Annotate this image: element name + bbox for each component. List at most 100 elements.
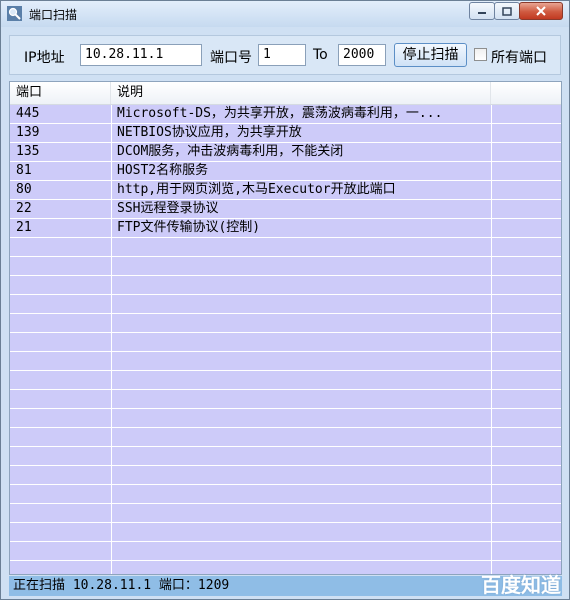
empty-table-row[interactable] — [10, 371, 561, 390]
table-body: 445 Microsoft-DS，为共享开放，震荡波病毒利用，一... 139 NET… — [10, 105, 561, 574]
port-cell — [10, 542, 111, 560]
description-cell: FTP文件传输协议(控制) — [117, 220, 261, 235]
port-label: 端口号 — [210, 50, 252, 66]
port-cell — [10, 276, 111, 294]
description-cell: NETBIOS协议应用，为共享开放 — [117, 125, 302, 140]
empty-table-row[interactable] — [10, 276, 561, 295]
port-cell — [10, 333, 111, 351]
description-cell — [111, 523, 491, 541]
port-cell: 80 — [16, 182, 32, 197]
description-cell — [111, 314, 491, 332]
table-row[interactable]: 135 DCOM服务，冲击波病毒利用，不能关闭 — [10, 143, 561, 162]
port-cell — [10, 561, 111, 574]
table-row[interactable]: 22 SSH远程登录协议 — [10, 200, 561, 219]
port-cell: 445 — [16, 106, 40, 121]
port-to-input[interactable]: 2000 — [338, 44, 386, 66]
description-cell — [111, 485, 491, 503]
description-cell: DCOM服务，冲击波病毒利用，不能关闭 — [117, 144, 344, 159]
port-cell: 21 — [16, 220, 32, 235]
port-cell — [10, 523, 111, 541]
status-bar: 正在扫描 10.28.11.1 端口：1209 — [9, 576, 562, 596]
all-ports-label: 所有端口 — [491, 50, 547, 66]
table-header: 端口 说明 — [10, 82, 561, 105]
description-cell — [111, 352, 491, 370]
description-cell — [111, 333, 491, 351]
title-bar[interactable]: 端口扫描 — [1, 1, 569, 27]
port-cell — [10, 485, 111, 503]
maximize-button[interactable] — [494, 2, 520, 20]
empty-table-row[interactable] — [10, 428, 561, 447]
window-title: 端口扫描 — [29, 8, 78, 22]
caption-buttons — [469, 2, 563, 20]
table-row[interactable]: 81 HOST2名称服务 — [10, 162, 561, 181]
port-cell — [10, 371, 111, 389]
results-table: 端口 说明 445 Microsoft-DS，为共享开放，震荡波病毒利用，一...… — [9, 81, 562, 575]
port-cell — [10, 314, 111, 332]
empty-table-row[interactable] — [10, 466, 561, 485]
description-cell: HOST2名称服务 — [117, 163, 209, 178]
empty-table-row[interactable] — [10, 542, 561, 561]
empty-table-row[interactable] — [10, 561, 561, 574]
description-cell — [111, 295, 491, 313]
empty-table-row[interactable] — [10, 295, 561, 314]
port-cell — [10, 428, 111, 446]
table-row[interactable]: 445 Microsoft-DS，为共享开放，震荡波病毒利用，一... — [10, 105, 561, 124]
to-label: To — [313, 47, 328, 63]
description-cell — [111, 371, 491, 389]
table-row[interactable]: 80 http,用于网页浏览,木马Executor开放此端口 — [10, 181, 561, 200]
port-cell — [10, 447, 111, 465]
description-cell: http,用于网页浏览,木马Executor开放此端口 — [117, 182, 396, 197]
ip-label: IP地址 — [24, 50, 65, 66]
description-cell — [111, 542, 491, 560]
magnifier-app-icon — [7, 6, 22, 21]
port-cell — [10, 257, 111, 275]
stop-scan-button[interactable]: 停止扫描 — [394, 43, 467, 67]
empty-table-row[interactable] — [10, 333, 561, 352]
ip-address-input[interactable]: 10.28.11.1 — [80, 44, 202, 66]
maximize-icon — [502, 6, 512, 16]
port-cell — [10, 466, 111, 484]
empty-table-row[interactable] — [10, 257, 561, 276]
port-cell — [10, 352, 111, 370]
table-row[interactable]: 21 FTP文件传输协议(控制) — [10, 219, 561, 238]
port-cell: 22 — [16, 201, 32, 216]
empty-table-row[interactable] — [10, 409, 561, 428]
port-cell: 139 — [16, 125, 40, 140]
description-cell — [111, 561, 491, 574]
all-ports-checkbox[interactable] — [474, 48, 487, 61]
description-cell — [111, 504, 491, 522]
description-cell — [111, 390, 491, 408]
description-cell — [111, 428, 491, 446]
description-cell — [111, 238, 491, 256]
description-cell — [111, 276, 491, 294]
port-cell: 81 — [16, 163, 32, 178]
port-from-input[interactable]: 1 — [258, 44, 306, 66]
port-cell — [10, 238, 111, 256]
close-button[interactable] — [519, 2, 563, 20]
description-cell — [111, 466, 491, 484]
description-cell — [111, 409, 491, 427]
description-cell — [111, 257, 491, 275]
minimize-icon — [478, 12, 486, 14]
table-row[interactable]: 139 NETBIOS协议应用，为共享开放 — [10, 124, 561, 143]
empty-table-row[interactable] — [10, 390, 561, 409]
port-cell — [10, 295, 111, 313]
empty-table-row[interactable] — [10, 523, 561, 542]
minimize-button[interactable] — [469, 2, 495, 20]
empty-table-row[interactable] — [10, 352, 561, 371]
port-cell — [10, 409, 111, 427]
port-cell — [10, 390, 111, 408]
empty-table-row[interactable] — [10, 504, 561, 523]
column-header-description[interactable]: 说明 — [111, 82, 491, 104]
watermark-text: 百度知道 — [481, 573, 561, 597]
empty-table-row[interactable] — [10, 485, 561, 504]
scan-toolbar: IP地址 10.28.11.1 端口号 1 To 2000 停止扫描 所有端口 — [9, 35, 561, 75]
port-scanner-window: 端口扫描 IP地址 10.28.11.1 端口号 1 To 2000 停止扫描 … — [0, 0, 570, 600]
port-cell: 135 — [16, 144, 40, 159]
empty-table-row[interactable] — [10, 447, 561, 466]
empty-table-row[interactable] — [10, 238, 561, 257]
empty-table-row[interactable] — [10, 314, 561, 333]
column-header-empty — [491, 82, 561, 104]
description-cell — [111, 447, 491, 465]
column-header-port[interactable]: 端口 — [10, 82, 111, 104]
